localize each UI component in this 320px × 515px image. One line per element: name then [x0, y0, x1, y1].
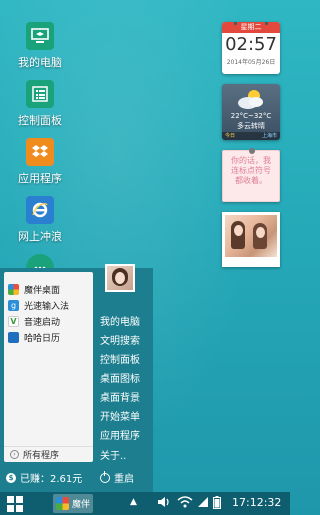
menu-link-applications[interactable]: 应用程序	[100, 427, 140, 442]
menu-link-my-computer[interactable]: 我的电脑	[100, 313, 140, 328]
earnings-display[interactable]: $ 已赚：2.61元	[6, 470, 82, 485]
photo-frame-widget[interactable]	[222, 212, 280, 267]
control-panel-icon	[26, 80, 54, 108]
note-text: 你的话，我连标点符号都收着。	[231, 156, 271, 185]
start-app-mobao-desktop[interactable]: 魔伴桌面	[8, 282, 60, 296]
pin-icon	[249, 148, 255, 154]
signal-icon[interactable]	[197, 496, 209, 508]
tray-expand-icon[interactable]: ▲	[130, 497, 137, 507]
desktop-icon-label: 控制面板	[18, 114, 62, 127]
weather-footer: 今日 上海市	[222, 132, 280, 140]
sticky-note-widget[interactable]: 你的话，我连标点符号都收着。	[222, 148, 280, 202]
launcher-icon: V	[8, 315, 19, 327]
menu-link-control-panel[interactable]: 控制面板	[100, 351, 140, 366]
start-app-label: 哈哈日历	[24, 333, 61, 344]
menu-link-about[interactable]: 关于..	[100, 447, 126, 462]
coin-icon: $	[6, 472, 16, 483]
battery-icon[interactable]	[213, 496, 221, 509]
calendar-date: 2014年05月26日	[226, 59, 276, 66]
power-icon	[100, 470, 110, 483]
desktop-icon-control-panel[interactable]: 控制面板	[0, 80, 80, 128]
menu-link-search[interactable]: 文明搜索	[100, 332, 140, 347]
desktop-icon-my-computer[interactable]: 我的电脑	[0, 22, 80, 70]
weather-condition: 多云转晴	[237, 122, 265, 130]
start-app-input-method[interactable]: g 光速输入法	[8, 298, 69, 312]
all-programs-button[interactable]: › 所有程序	[4, 446, 93, 462]
cloudy-sun-icon	[238, 90, 263, 109]
input-method-icon: g	[8, 299, 19, 311]
ie-browser-icon	[26, 196, 54, 224]
windows-start-button[interactable]	[7, 496, 23, 512]
mobao-app-icon	[56, 497, 69, 510]
mobao-desktop-icon	[8, 283, 19, 295]
ring-icon	[234, 22, 237, 25]
earnings-label: 已赚：2.61元	[20, 474, 83, 485]
dropbox-icon	[26, 138, 54, 166]
photo-image	[225, 215, 277, 257]
start-app-label: 音速启动	[24, 317, 61, 328]
volume-icon[interactable]	[157, 496, 171, 508]
desktop-icon-applications[interactable]: 应用程序	[0, 138, 80, 186]
taskbar-app-label: 魔伴	[72, 500, 91, 510]
all-programs-label: 所有程序	[23, 451, 60, 461]
desktop-icon-label: 我的电脑	[18, 56, 62, 69]
ring-icon	[265, 22, 268, 25]
desktop-icon-browser[interactable]: 网上冲浪	[0, 196, 80, 244]
taskbar-app-mobao[interactable]: 魔伴	[53, 494, 93, 513]
weather-day: 今日	[225, 133, 236, 139]
restart-label: 重启	[114, 474, 134, 485]
desktop-icon-label: 应用程序	[18, 172, 62, 185]
taskbar-clock[interactable]: 17:12:32	[232, 496, 281, 509]
start-app-label: 魔伴桌面	[24, 285, 61, 296]
start-app-calendar[interactable]: 哈哈日历	[8, 330, 60, 344]
computer-icon	[26, 22, 54, 50]
restart-button[interactable]: 重启	[100, 470, 134, 485]
start-app-launcher[interactable]: V 音速启动	[8, 314, 60, 328]
avatar[interactable]	[105, 264, 135, 292]
weather-temp: 22°C~32°C	[230, 112, 272, 120]
wifi-icon[interactable]	[177, 496, 193, 508]
calendar-weekday: 星期二	[222, 22, 280, 33]
calendar-app-icon	[8, 331, 19, 343]
menu-link-desktop-icons[interactable]: 桌面图标	[100, 370, 140, 385]
windows-logo-icon	[7, 496, 14, 503]
menu-link-desktop-background[interactable]: 桌面背景	[100, 389, 140, 404]
arrow-right-icon: ›	[10, 450, 19, 459]
weather-city: 上海市	[261, 133, 277, 139]
calendar-widget[interactable]: 星期二 02:57 2014年05月26日	[222, 22, 280, 74]
desktop-icon-label: 网上冲浪	[18, 230, 62, 243]
calendar-time: 02:57	[225, 34, 277, 55]
start-app-label: 光速输入法	[24, 301, 70, 312]
menu-link-start-menu[interactable]: 开始菜单	[100, 408, 140, 423]
weather-widget[interactable]: 22°C~32°C 多云转晴 今日 上海市	[222, 84, 280, 140]
